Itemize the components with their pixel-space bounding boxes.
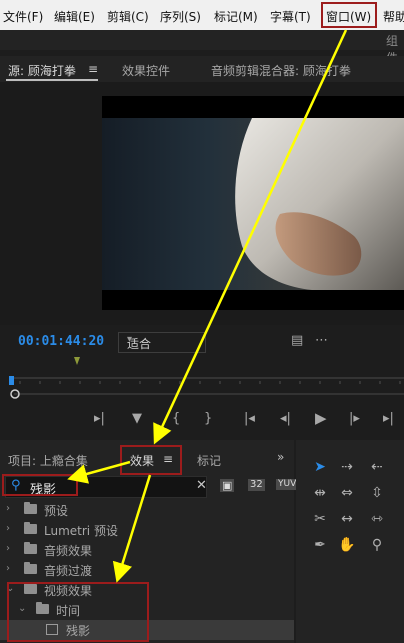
razor-tool-icon[interactable]: ✂ (309, 510, 331, 528)
timeline-ruler[interactable] (0, 356, 404, 402)
player-controls-row: 00:01:44:20 适合 ▾ ▤ ⋯ (0, 328, 404, 356)
fit-dropdown[interactable]: 适合 ▾ (118, 332, 206, 353)
active-tab-indicator (6, 79, 98, 81)
workspace-bar: 组件 (0, 30, 404, 65)
track-select-backward-icon[interactable]: ⇠ (366, 458, 388, 476)
video-effects-highlight (7, 582, 149, 642)
export-frame-icon[interactable]: ▤ (291, 334, 303, 347)
menu-edit[interactable]: 编辑(E) (54, 8, 95, 25)
32bit-effects-badge[interactable]: 32 (248, 479, 265, 491)
step-forward-icon[interactable]: |▸ (349, 412, 360, 425)
mark-in-bracket-icon[interactable]: { (172, 412, 180, 425)
menu-clip[interactable]: 剪辑(C) (107, 8, 149, 25)
folder-icon (24, 562, 37, 574)
menu-help[interactable]: 帮助 (383, 8, 404, 25)
source-panel-tabs: 源: 顾海打拳 ≡ 效果控件 音频剪辑混合器: 顾海打拳 (0, 56, 404, 82)
ripple-edit-icon[interactable]: ⇹ (309, 484, 331, 502)
hand-tool-icon[interactable]: ✋ (336, 536, 358, 554)
tree-item-label: Lumetri 预设 (44, 524, 118, 538)
tree-item-lumetri-presets[interactable]: › Lumetri 预设 (0, 520, 294, 540)
yuv-effects-badge[interactable]: YUV (276, 479, 299, 490)
slip-tool-icon[interactable]: ↔ (336, 510, 358, 528)
settings-icon[interactable]: ⋯ (315, 334, 328, 347)
clear-search-icon[interactable]: ✕ (196, 479, 207, 492)
rate-stretch-icon[interactable]: ⇳ (366, 484, 388, 502)
play-icon[interactable]: ▶ (315, 411, 327, 426)
zoom-tool-icon[interactable]: ⚲ (366, 536, 388, 554)
more-tabs-icon[interactable]: » (277, 450, 284, 464)
timecode-display[interactable]: 00:01:44:20 (18, 334, 104, 349)
chevron-right-icon: › (6, 543, 10, 554)
tree-item-label: 音频过渡 (44, 564, 93, 578)
chevron-right-icon: › (6, 523, 10, 534)
tree-item-presets[interactable]: › 预设 (0, 500, 294, 520)
mark-out-bracket-icon[interactable]: } (204, 412, 212, 425)
chevron-down-icon: ▾ (127, 334, 133, 345)
pen-tool-icon[interactable]: ✒ (309, 536, 331, 554)
tab-effect-controls[interactable]: 效果控件 (122, 62, 170, 79)
tree-item-audio-effects[interactable]: › 音频效果 (0, 540, 294, 560)
selection-tool-icon[interactable]: ➤ (309, 458, 331, 476)
menu-file[interactable]: 文件(F) (3, 8, 43, 25)
search-highlight (2, 474, 78, 496)
tab-markers[interactable]: 标记 (197, 452, 221, 469)
tree-item-audio-transitions[interactable]: › 音频过渡 (0, 560, 294, 580)
tools-panel: ➤ ⇢ ⇠ ⇹ ⇔ ⇳ ✂ ↔ ⇿ ✒ ✋ ⚲ (296, 440, 404, 643)
go-to-out-icon[interactable]: ▸| (383, 412, 394, 425)
window-menu-highlight (321, 2, 377, 28)
track-select-icon[interactable]: ⇢ (336, 458, 358, 476)
accelerated-effects-icon[interactable]: ▣ (220, 479, 235, 492)
add-marker-icon[interactable]: ▼ (132, 412, 142, 425)
transport-controls: ▸| ▼ { } |◂ ◂| ▶ |▸ ▸| (0, 402, 404, 438)
menu-marker[interactable]: 标记(M) (214, 8, 258, 25)
video-frame (102, 96, 404, 310)
tree-item-label: 音频效果 (44, 544, 93, 558)
effects-tab-highlight (120, 445, 182, 475)
chevron-right-icon: › (6, 503, 10, 514)
mark-in-icon[interactable]: ▸| (94, 412, 105, 425)
tree-item-label: 预设 (44, 504, 69, 518)
menu-sequence[interactable]: 序列(S) (160, 8, 201, 25)
folder-icon (24, 502, 37, 514)
folder-icon (24, 522, 37, 534)
tab-audio-clip-mixer[interactable]: 音频剪辑混合器: 顾海打拳 (211, 62, 351, 79)
tab-project[interactable]: 项目: 上瘾合集 (8, 452, 88, 469)
folder-icon (24, 542, 37, 554)
go-to-in-icon[interactable]: |◂ (244, 412, 255, 425)
step-back-icon[interactable]: ◂| (280, 412, 291, 425)
tab-source[interactable]: 源: 顾海打拳 (8, 62, 76, 79)
slide-tool-icon[interactable]: ⇿ (366, 510, 388, 528)
rolling-edit-icon[interactable]: ⇔ (336, 484, 358, 502)
hamburger-icon[interactable]: ≡ (88, 62, 98, 76)
chevron-right-icon: › (6, 563, 10, 574)
menu-title[interactable]: 字幕(T) (270, 8, 311, 25)
source-monitor (0, 82, 404, 325)
